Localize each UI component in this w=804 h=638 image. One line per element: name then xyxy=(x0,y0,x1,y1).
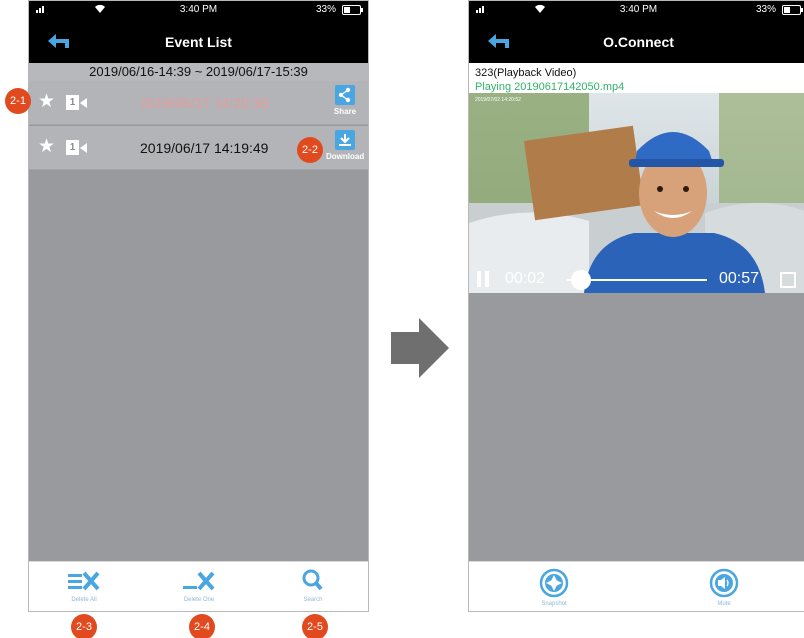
video-image xyxy=(469,93,804,293)
callout-badge: 2-2 xyxy=(297,137,323,163)
callout-badge: 2-1 xyxy=(5,88,31,114)
event-row[interactable]: ★ 1 2019/06/17 14:20:30 Share xyxy=(29,81,368,125)
battery-percent: 33% xyxy=(755,4,776,15)
event-datetime: 2019/06/17 14:19:49 xyxy=(140,140,269,156)
download-button[interactable]: Download xyxy=(326,130,364,161)
pause-icon[interactable] xyxy=(477,271,489,287)
delete-all-label: Delete All xyxy=(71,597,97,603)
duration: 00:57 xyxy=(719,270,760,287)
date-range: 2019/06/16-14:39 ~ 2019/06/17-15:39 xyxy=(29,63,368,81)
download-icon xyxy=(335,130,355,150)
video-frame[interactable]: 2019/07/02 14:20:52 xyxy=(469,93,804,293)
download-label: Download xyxy=(326,152,365,161)
mute-label: Mute xyxy=(717,601,731,607)
status-time: 3:40 PM xyxy=(619,4,658,15)
page-title: Event List xyxy=(165,34,232,50)
right-arrow-icon xyxy=(391,318,449,378)
playback-screen: 3:40 PM 33% O.Connect 323(Playback Video… xyxy=(468,0,804,612)
camera-icon: 1 xyxy=(66,95,88,110)
camera-number: 1 xyxy=(66,95,79,110)
battery-percent: 33% xyxy=(315,4,336,15)
bottom-toolbar: Snapshot Mute xyxy=(469,561,804,611)
nav-bar: O.Connect xyxy=(469,19,804,63)
search-button[interactable]: Search xyxy=(278,568,348,603)
delete-one-icon xyxy=(183,571,215,591)
camera-icon: 1 xyxy=(66,140,88,155)
page-title: O.Connect xyxy=(603,34,674,50)
nav-bar: Event List xyxy=(29,19,368,63)
playing-file: Playing 20190617142050.mp4 xyxy=(475,81,625,93)
favorite-star-icon[interactable]: ★ xyxy=(38,92,55,112)
playback-controls: 00:02 00:57 xyxy=(469,269,804,291)
current-time: 00:02 xyxy=(505,270,546,287)
share-label: Share xyxy=(333,107,357,116)
favorite-star-icon[interactable]: ★ xyxy=(38,137,55,157)
search-label: Search xyxy=(303,597,323,603)
progress-track[interactable] xyxy=(567,270,707,290)
callout-badge: 2-3 xyxy=(71,614,97,638)
seek-knob[interactable] xyxy=(571,270,592,290)
speaker-icon xyxy=(709,568,739,598)
video-title: 323(Playback Video) xyxy=(475,67,577,79)
delete-all-icon xyxy=(68,571,100,591)
delete-one-label: Delete One xyxy=(183,597,215,603)
share-icon xyxy=(335,85,355,105)
battery-icon xyxy=(782,5,803,15)
camera-aperture-icon xyxy=(539,568,569,598)
fullscreen-icon[interactable] xyxy=(780,272,796,288)
battery-icon xyxy=(342,5,363,15)
status-bar: 3:40 PM 33% xyxy=(29,1,368,19)
delete-one-button[interactable]: Delete One xyxy=(164,568,234,603)
callout-badge: 2-5 xyxy=(302,614,328,638)
snapshot-button[interactable]: Snapshot xyxy=(519,568,589,607)
delete-all-button[interactable]: Delete All xyxy=(49,568,119,603)
snapshot-label: Snapshot xyxy=(541,601,567,607)
bottom-toolbar: Delete All Delete One Search xyxy=(29,561,368,611)
video-info: 323(Playback Video) Playing 201906171420… xyxy=(469,63,804,93)
callout-badge: 2-4 xyxy=(189,614,215,638)
status-bar: 3:40 PM 33% xyxy=(469,1,804,19)
mute-button[interactable]: Mute xyxy=(689,568,759,607)
share-button[interactable]: Share xyxy=(326,85,364,116)
event-datetime: 2019/06/17 14:20:30 xyxy=(140,95,269,111)
search-icon xyxy=(302,569,323,591)
event-list-screen: 3:40 PM 33% Event List 2019/06/16-14:39 … xyxy=(28,0,369,612)
camera-number: 1 xyxy=(66,140,79,155)
video-timestamp: 2019/07/02 14:20:52 xyxy=(475,97,521,103)
